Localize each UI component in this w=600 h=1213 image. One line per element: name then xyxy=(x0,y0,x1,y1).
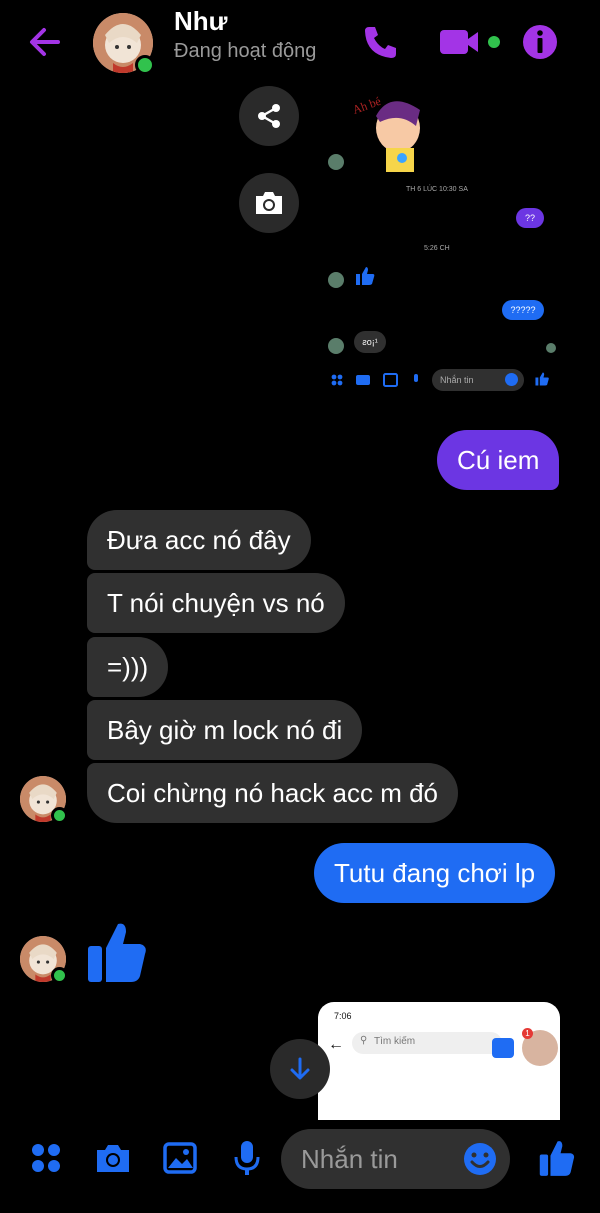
shot-avatar xyxy=(328,338,344,354)
incoming-message[interactable]: Coi chừng nó hack acc m đó xyxy=(87,763,459,823)
microphone-icon[interactable] xyxy=(232,1139,262,1177)
online-indicator xyxy=(51,807,68,824)
online-indicator xyxy=(135,55,155,75)
like-button-icon[interactable] xyxy=(538,1139,576,1177)
message-input-placeholder: Nhắn tin xyxy=(301,1144,398,1174)
preview-badge: 1 xyxy=(522,1028,533,1039)
shot-message: ?? xyxy=(516,208,544,228)
scroll-to-bottom-button[interactable] xyxy=(270,1039,330,1099)
preview-search-placeholder: Tìm kiếm xyxy=(374,1036,416,1047)
shot-toolbar-icons xyxy=(331,373,418,387)
apps-icon[interactable] xyxy=(29,1141,63,1175)
incoming-message[interactable]: Bây giờ m lock nó đi xyxy=(87,700,363,760)
outgoing-message[interactable]: Tutu đang chơi lp xyxy=(314,843,556,903)
arrow-down-icon xyxy=(290,1057,310,1080)
preview-back-icon: ← xyxy=(328,1036,344,1053)
info-icon[interactable] xyxy=(520,22,560,62)
online-indicator xyxy=(51,967,68,984)
shot-message: ƨo¡¹ xyxy=(354,331,386,353)
active-status: Đang hoạt động xyxy=(174,40,317,62)
image-preview[interactable]: 7:06 ← Tìm kiếm ⚲ 1 xyxy=(318,1002,560,1120)
shot-avatar xyxy=(328,272,344,288)
camera-icon[interactable] xyxy=(94,1141,132,1175)
camera-icon xyxy=(256,192,282,214)
outgoing-message[interactable]: Cú iem xyxy=(437,430,560,490)
shot-read-avatar xyxy=(546,343,556,353)
emoji-icon[interactable] xyxy=(463,1142,497,1176)
incoming-message[interactable]: =))) xyxy=(87,637,169,697)
shot-avatar xyxy=(328,154,344,170)
share-button[interactable] xyxy=(239,86,299,146)
preview-like-icon xyxy=(492,1038,514,1058)
gallery-icon[interactable] xyxy=(162,1141,198,1175)
shot-emoji-icon xyxy=(505,373,518,386)
shot-input-placeholder: Nhắn tin xyxy=(440,375,474,385)
sticker-image: Ah bé xyxy=(351,94,420,172)
shared-screenshot[interactable]: Ah bé TH 6 LÚC 10:30 SA ?? 5:26 CH ?????… xyxy=(318,88,560,398)
back-arrow-icon[interactable] xyxy=(22,22,70,62)
incoming-message[interactable]: T nói chuyện vs nó xyxy=(87,573,345,633)
shot-message: ????? xyxy=(502,300,544,320)
shot-timestamp: TH 6 LÚC 10:30 SA xyxy=(406,186,468,193)
shot-like-icon xyxy=(356,267,375,285)
share-icon xyxy=(258,104,280,128)
video-call-icon[interactable] xyxy=(438,22,504,62)
save-photo-button[interactable] xyxy=(239,173,299,233)
shot-like-icon xyxy=(535,372,549,386)
preview-search-icon: ⚲ xyxy=(360,1035,368,1046)
shot-timestamp: 5:26 CH xyxy=(424,245,450,252)
contact-name[interactable]: Như xyxy=(174,6,228,37)
phone-call-icon[interactable] xyxy=(360,22,400,62)
incoming-message[interactable]: Đưa acc nó đây xyxy=(87,510,311,570)
preview-time: 7:06 xyxy=(334,1011,352,1021)
like-sticker-icon[interactable] xyxy=(86,920,148,984)
